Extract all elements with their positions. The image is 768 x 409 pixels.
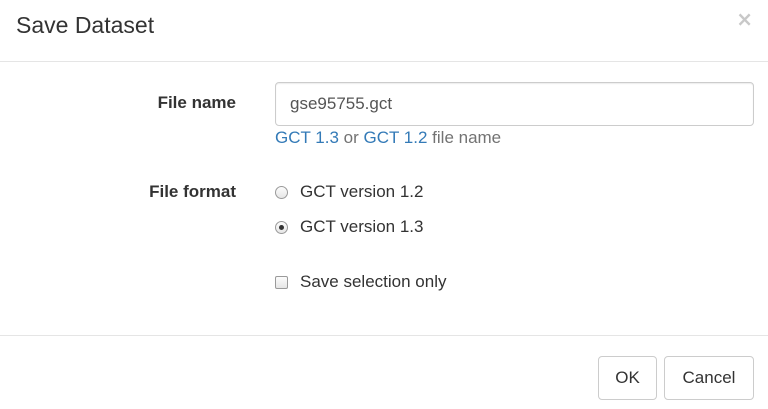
close-icon[interactable]: × (736, 8, 753, 30)
save-selection-label: Save selection only (300, 272, 447, 291)
ok-button[interactable]: OK (598, 356, 657, 400)
file-name-input[interactable] (275, 82, 754, 126)
dialog-footer: OK Cancel (0, 335, 768, 409)
radio-gct13[interactable] (275, 220, 288, 234)
radio-gct12[interactable] (275, 185, 288, 199)
file-name-help: GCT 1.3 or GCT 1.2 file name (275, 128, 501, 148)
help-or-text: or (338, 128, 364, 147)
format-option-label: GCT version 1.2 (300, 182, 424, 201)
file-format-label: File format (149, 182, 236, 201)
format-option-gct13[interactable]: GCT version 1.3 (275, 217, 423, 237)
save-dataset-dialog: Save Dataset × File name GCT 1.3 or GCT … (0, 0, 768, 409)
dialog-title: Save Dataset (16, 12, 155, 38)
help-suffix-text: file name (427, 128, 502, 147)
cancel-button[interactable]: Cancel (664, 356, 754, 400)
gct-13-link[interactable]: GCT 1.3 (275, 128, 339, 147)
format-option-gct12[interactable]: GCT version 1.2 (275, 182, 423, 202)
format-option-label: GCT version 1.3 (300, 217, 424, 236)
gct-12-link[interactable]: GCT 1.2 (364, 128, 428, 147)
save-selection-option[interactable]: Save selection only (275, 272, 446, 292)
dialog-header: Save Dataset × (0, 0, 768, 62)
save-selection-checkbox[interactable] (275, 275, 288, 289)
file-name-label: File name (157, 93, 236, 112)
